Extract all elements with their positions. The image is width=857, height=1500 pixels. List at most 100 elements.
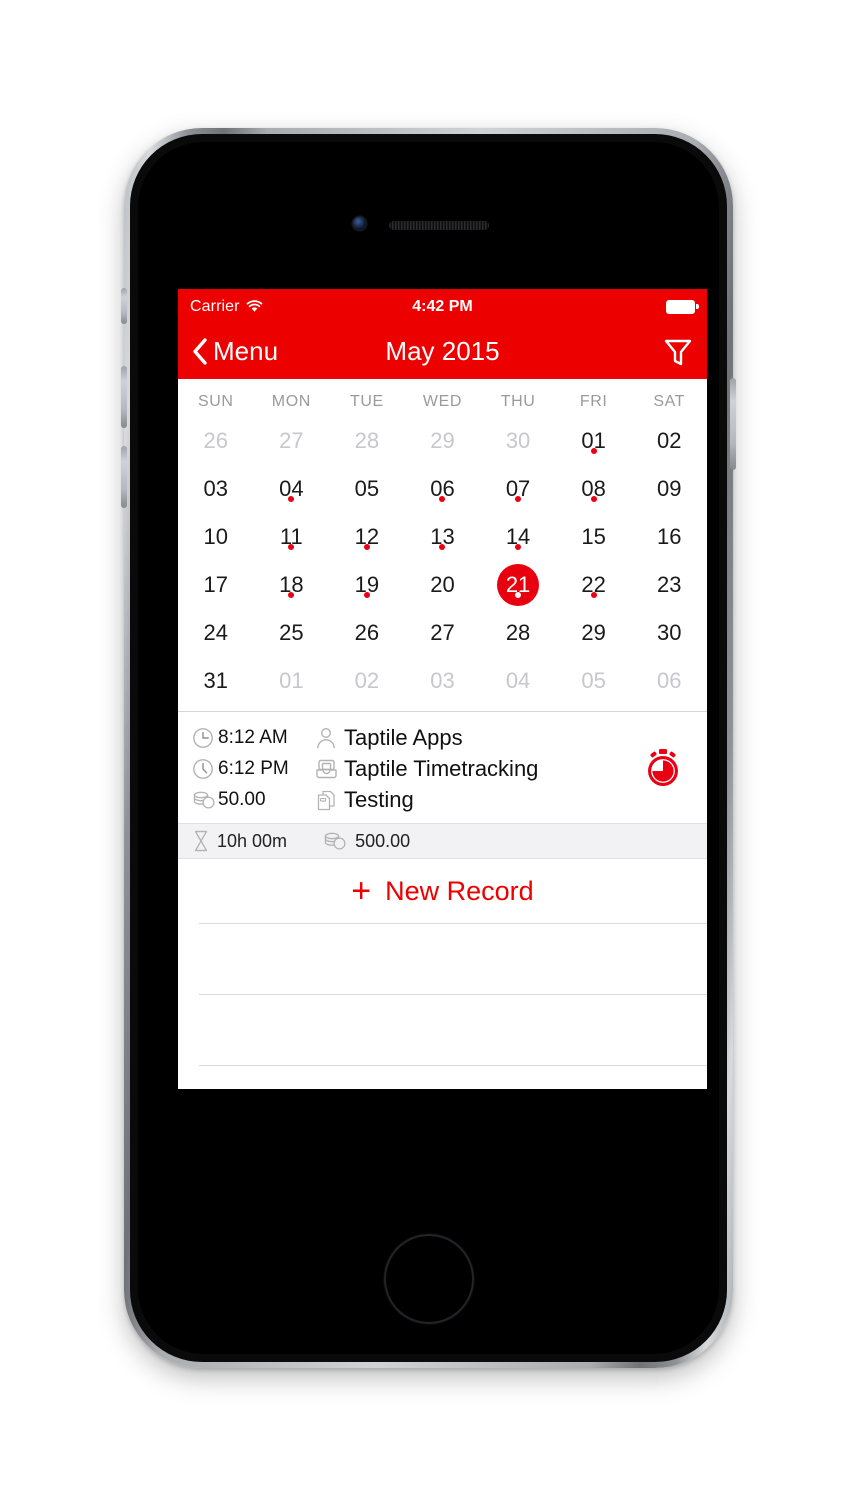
- calendar-day-02[interactable]: 02: [329, 657, 405, 705]
- calendar-day-06[interactable]: 06: [405, 465, 481, 513]
- calendar-day-27[interactable]: 27: [254, 417, 330, 465]
- filter-button[interactable]: [663, 336, 693, 368]
- calendar-day-04[interactable]: 04: [254, 465, 330, 513]
- calendar-day-26[interactable]: 26: [329, 609, 405, 657]
- navigation-bar: Menu May 2015: [178, 324, 707, 379]
- summary-amount: 500.00: [323, 830, 410, 852]
- calendar-day-number: 31: [203, 668, 229, 693]
- battery-full-icon: [666, 299, 699, 314]
- calendar-day-12[interactable]: 12: [329, 513, 405, 561]
- front-camera-icon: [352, 217, 366, 230]
- back-to-menu-button[interactable]: Menu: [192, 336, 278, 367]
- filter-funnel-icon: [663, 336, 693, 368]
- calendar-day-number: 09: [656, 476, 682, 501]
- weekday-label: TUE: [350, 393, 384, 410]
- time-record-details: 8:12 AM Taptile Apps 6:12 PM Taptile Tim…: [192, 722, 633, 815]
- calendar-day-16[interactable]: 16: [631, 513, 707, 561]
- record-start-time: 8:12 AM: [218, 726, 288, 748]
- calendar-day-27[interactable]: 27: [405, 609, 481, 657]
- list-item[interactable]: [199, 923, 707, 994]
- back-button-label: Menu: [213, 336, 279, 366]
- calendar-day-29[interactable]: 29: [556, 609, 632, 657]
- start-timer-button[interactable]: [633, 722, 693, 788]
- weekday-label: FRI: [579, 393, 608, 410]
- calendar-day-05[interactable]: 05: [329, 465, 405, 513]
- list-item[interactable]: [199, 1065, 707, 1089]
- volume-up-button[interactable]: [121, 366, 127, 428]
- calendar-day-28[interactable]: 28: [480, 609, 556, 657]
- calendar-day-29[interactable]: 29: [405, 417, 481, 465]
- calendar-day-event-dot: [515, 592, 522, 598]
- record-end-line: 6:12 PM Taptile Timetracking: [192, 753, 633, 784]
- device-bezel: Carrier 4:42 PM Menu May 2015 SUN MON TU…: [130, 134, 727, 1362]
- calendar-day-11[interactable]: 11: [254, 513, 330, 561]
- list-item[interactable]: [199, 994, 707, 1065]
- calendar-day-17[interactable]: 17: [178, 561, 254, 609]
- calendar-day-26[interactable]: 26: [178, 417, 254, 465]
- calendar-day-number: 24: [203, 620, 229, 645]
- calendar-day-number: 16: [656, 524, 682, 549]
- calendar-day-event-dot: [590, 448, 597, 454]
- calendar-day-10[interactable]: 10: [178, 513, 254, 561]
- calendar-day-number: 29: [581, 620, 606, 645]
- calendar-day-13[interactable]: 13: [405, 513, 481, 561]
- time-record-item[interactable]: 8:12 AM Taptile Apps 6:12 PM Taptile Tim…: [178, 712, 707, 823]
- new-record-button[interactable]: + New Record: [178, 859, 707, 923]
- hourglass-icon: [192, 830, 210, 852]
- calendar-day-number: 29: [430, 428, 455, 453]
- weekday-label: SUN: [197, 393, 234, 410]
- calendar-day-24[interactable]: 24: [178, 609, 254, 657]
- plus-icon: +: [351, 872, 372, 910]
- device-face: Carrier 4:42 PM Menu May 2015 SUN MON TU…: [138, 142, 719, 1354]
- calendar-day-01[interactable]: 01: [254, 657, 330, 705]
- calendar-day-event-dot: [590, 496, 597, 502]
- calendar-day-05[interactable]: 05: [556, 657, 632, 705]
- calendar-day-15[interactable]: 15: [556, 513, 632, 561]
- calendar-day-number: 23: [656, 572, 682, 597]
- calendar-day-number: 26: [354, 620, 380, 645]
- calendar-day-19[interactable]: 19: [329, 561, 405, 609]
- calendar-day-number: 27: [279, 428, 304, 453]
- volume-down-button[interactable]: [121, 446, 127, 508]
- calendar-day-number: 25: [279, 620, 304, 645]
- calendar-day-number: 30: [505, 428, 531, 453]
- calendar-day-30[interactable]: 30: [480, 417, 556, 465]
- calendar-day-number: 04: [505, 668, 531, 693]
- calendar-day-14[interactable]: 14: [480, 513, 556, 561]
- calendar-day-01[interactable]: 01: [556, 417, 632, 465]
- calendar-day-23[interactable]: 23: [631, 561, 707, 609]
- calendar-day-09[interactable]: 09: [631, 465, 707, 513]
- calendar-day-number: 05: [354, 476, 380, 501]
- calendar-day-04[interactable]: 04: [480, 657, 556, 705]
- calendar-day-21-selected[interactable]: 21: [480, 561, 556, 609]
- calendar-day-number: 28: [505, 620, 531, 645]
- calendar-day-08[interactable]: 08: [556, 465, 632, 513]
- calendar-day-event-dot: [288, 544, 295, 550]
- calendar-day-20[interactable]: 20: [405, 561, 481, 609]
- power-button[interactable]: [730, 378, 736, 470]
- calendar-day-28[interactable]: 28: [329, 417, 405, 465]
- empty-list-rows: [178, 923, 707, 1089]
- calendar-day-25[interactable]: 25: [254, 609, 330, 657]
- calendar-day-number: 27: [430, 620, 455, 645]
- calendar-day-22[interactable]: 22: [556, 561, 632, 609]
- calendar-day-number: 05: [581, 668, 606, 693]
- calendar-day-02[interactable]: 02: [631, 417, 707, 465]
- calendar-day-03[interactable]: 03: [178, 465, 254, 513]
- clock-icon: [192, 758, 218, 780]
- app-screen: Carrier 4:42 PM Menu May 2015 SUN MON TU…: [178, 289, 707, 1089]
- silent-switch[interactable]: [121, 288, 127, 324]
- calendar-day-18[interactable]: 18: [254, 561, 330, 609]
- calendar-day-07[interactable]: 07: [480, 465, 556, 513]
- home-button[interactable]: [383, 1234, 474, 1324]
- calendar-day-31[interactable]: 31: [178, 657, 254, 705]
- calendar-day-number: 03: [430, 668, 455, 693]
- calendar-day-event-dot: [515, 496, 522, 502]
- calendar-day-03[interactable]: 03: [405, 657, 481, 705]
- chevron-left-icon: [192, 338, 208, 365]
- calendar-day-number: 17: [203, 572, 229, 597]
- coins-icon: [192, 789, 218, 811]
- status-bar: Carrier 4:42 PM: [178, 289, 707, 324]
- calendar-day-06[interactable]: 06: [631, 657, 707, 705]
- calendar-day-30[interactable]: 30: [631, 609, 707, 657]
